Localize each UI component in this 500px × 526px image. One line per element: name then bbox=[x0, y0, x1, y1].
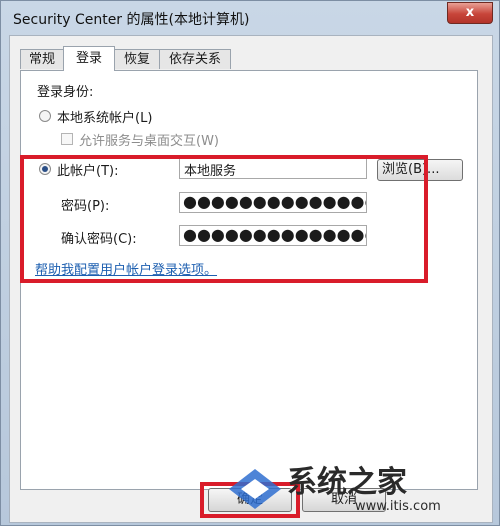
dialog-body: 常规 登录 恢复 依存关系 登录身份: 本地系统帐户(L) 允许服务与桌面交互(… bbox=[9, 35, 493, 523]
tab-dependencies[interactable]: 依存关系 bbox=[159, 49, 231, 69]
site-watermark: 系统之家 www.itis.com bbox=[225, 455, 495, 523]
tab-general[interactable]: 常规 bbox=[20, 49, 64, 69]
logon-as-label: 登录身份: bbox=[37, 85, 94, 100]
allow-desktop-label: 允许服务与桌面交互(W) bbox=[79, 134, 219, 149]
highlight-box-account bbox=[20, 155, 428, 283]
allow-desktop-checkbox[interactable] bbox=[61, 133, 73, 145]
tab-logon[interactable]: 登录 bbox=[63, 46, 115, 71]
local-system-radio[interactable] bbox=[39, 110, 51, 122]
close-button[interactable]: x bbox=[447, 2, 493, 24]
title-bar[interactable]: Security Center 的属性(本地计算机) x bbox=[1, 1, 499, 35]
brand-logo-icon bbox=[229, 469, 281, 509]
brand-name: 系统之家 bbox=[287, 465, 407, 500]
properties-dialog: Security Center 的属性(本地计算机) x 常规 登录 恢复 依存… bbox=[0, 0, 500, 526]
local-system-label: 本地系统帐户(L) bbox=[57, 111, 153, 126]
brand-url: www.itis.com bbox=[355, 499, 441, 514]
window-title: Security Center 的属性(本地计算机) bbox=[13, 12, 250, 28]
tab-recovery[interactable]: 恢复 bbox=[114, 49, 160, 69]
